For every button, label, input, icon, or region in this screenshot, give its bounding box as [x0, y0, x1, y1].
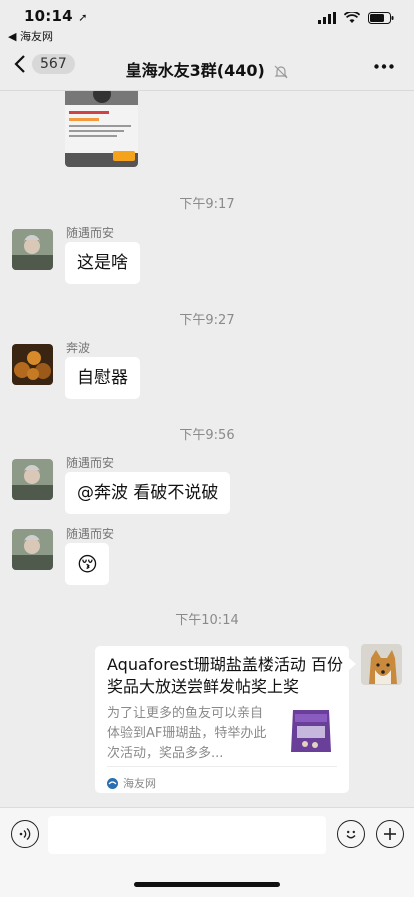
sender-name: 随遇而安 — [66, 226, 115, 240]
wifi-icon — [344, 12, 360, 23]
plus-glyph — [384, 828, 396, 840]
more-icon[interactable] — [374, 64, 394, 69]
message-list[interactable]: 下午9:17 随遇而安 这是啥 下午9:27 奔波 自慰器 下午9:56 随遇而… — [0, 91, 414, 807]
avatar-image — [12, 229, 53, 270]
message-bubble[interactable]: 这是啥 — [65, 242, 140, 284]
video-thumb-line — [69, 118, 99, 121]
link-card-message[interactable]: Aquaforest珊瑚盐盖楼活动 百份奖品大放送尝鲜发帖奖上奖 为了让更多的鱼… — [95, 646, 349, 793]
signal-icon — [318, 12, 336, 24]
video-thumb-line — [69, 135, 117, 137]
emoji-message-bubble[interactable]: 😚 — [65, 543, 109, 585]
back-to-app-link[interactable]: ◀ 海友网 — [8, 28, 53, 44]
status-icons — [318, 12, 394, 24]
battery-icon — [368, 12, 394, 24]
video-thumb-button — [113, 151, 135, 161]
chat-title: 皇海水友3群(440) — [125, 61, 265, 80]
smile-glyph — [346, 830, 356, 839]
avatar-image — [12, 459, 53, 500]
link-card-source: 海友网 — [107, 775, 156, 791]
emoji: 😚 — [77, 552, 98, 576]
timestamp: 下午10:14 — [175, 613, 239, 628]
avatar[interactable] — [12, 229, 53, 270]
chat-title-wrap: 皇海水友3群(440) — [0, 57, 414, 81]
status-time: 10:14 ➚ — [24, 7, 88, 25]
message-input[interactable] — [48, 816, 326, 854]
avatar-image — [361, 644, 402, 685]
link-card-tail — [349, 658, 356, 670]
my-avatar[interactable] — [361, 644, 402, 685]
link-card-source-name: 海友网 — [123, 777, 156, 790]
link-card-thumbnail — [285, 704, 337, 756]
plus-icon[interactable] — [376, 820, 404, 848]
avatar[interactable] — [12, 344, 53, 385]
voice-wave-glyph — [19, 827, 31, 841]
product-bag-image — [285, 704, 337, 756]
video-thumb-line — [69, 125, 131, 127]
mute-icon — [274, 65, 288, 78]
emoji-icon[interactable] — [337, 820, 365, 848]
link-card-divider — [107, 766, 337, 767]
link-card-description: 为了让更多的鱼友可以亲自体验到AF珊瑚盐，特举办此次活动，奖品多多... — [107, 706, 267, 761]
avatar[interactable] — [12, 529, 53, 570]
source-logo-icon — [107, 777, 118, 789]
avatar-image — [12, 529, 53, 570]
message-bubble[interactable]: @奔波 看破不说破 — [65, 472, 231, 514]
avatar[interactable] — [12, 459, 53, 500]
timestamp: 下午9:27 — [179, 313, 235, 328]
voice-icon[interactable] — [11, 820, 39, 848]
timestamp: 下午9:17 — [179, 197, 235, 212]
sender-name: 奔波 — [66, 341, 91, 355]
status-bar: 10:14 ➚ ◀ 海友网 — [0, 0, 414, 44]
timestamp: 下午9:56 — [179, 428, 235, 443]
avatar-image — [12, 344, 53, 385]
video-thumb-line — [69, 130, 124, 132]
message-bubble[interactable]: 自慰器 — [65, 357, 140, 399]
video-message-thumbnail[interactable] — [65, 91, 138, 167]
home-indicator — [134, 882, 280, 887]
chat-header: 567 皇海水友3群(440) — [0, 44, 414, 91]
sender-name: 随遇而安 — [66, 456, 115, 470]
link-card-title: Aquaforest珊瑚盐盖楼活动 百份奖品大放送尝鲜发帖奖上奖 — [107, 655, 343, 696]
sender-name: 随遇而安 — [66, 527, 115, 541]
video-thumb-line — [69, 111, 109, 114]
